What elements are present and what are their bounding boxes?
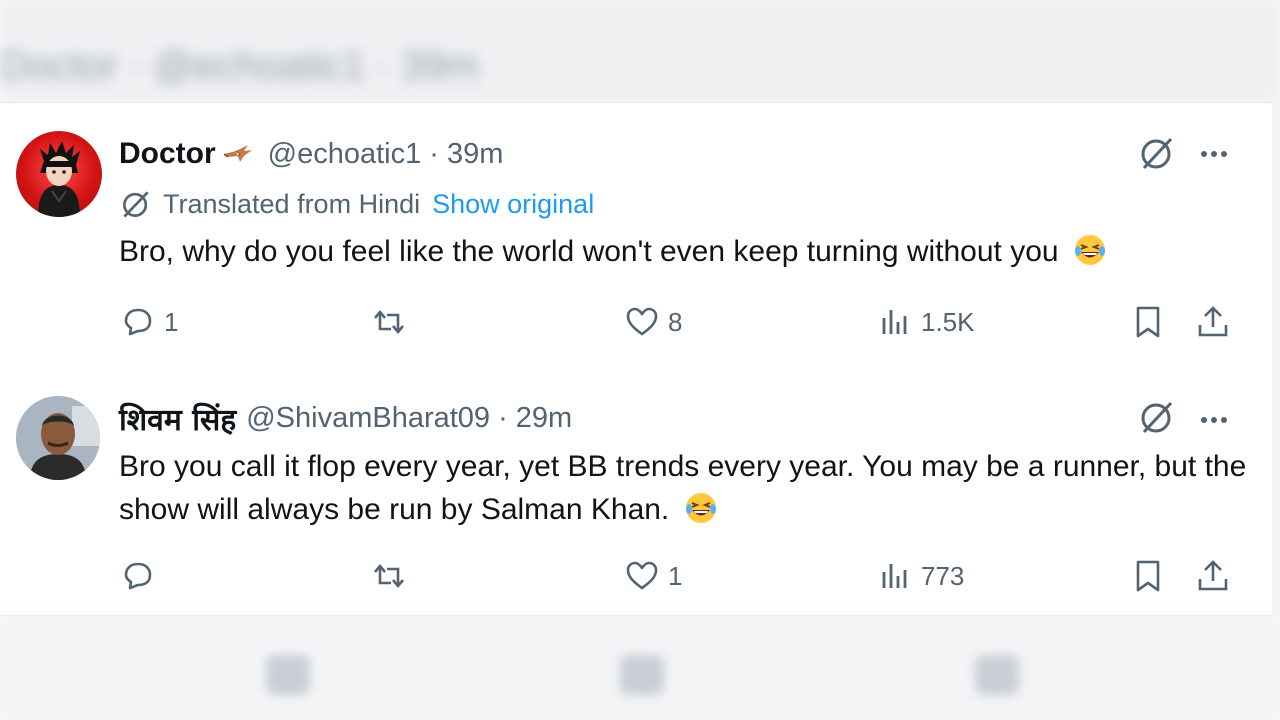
bookmark-button[interactable]: [1130, 300, 1166, 344]
separator-dot: ·: [429, 137, 439, 170]
views-icon: [882, 310, 907, 334]
blurred-previous-tweet: Doctor · @echoatic1 · 39m: [0, 0, 1280, 102]
more-icon[interactable]: [1196, 136, 1232, 172]
separator-dot: ·: [498, 401, 508, 434]
like-count: 8: [668, 306, 683, 337]
share-icon: [1198, 560, 1228, 591]
share-button[interactable]: [1195, 554, 1231, 598]
heart-icon: [626, 561, 658, 590]
bookmark-button[interactable]: [1130, 554, 1166, 598]
right-gutter: [1272, 102, 1280, 615]
views-count: 773: [921, 560, 965, 591]
blurred-next-tweet-actions: [0, 615, 1280, 720]
views-button[interactable]: 773: [877, 554, 964, 598]
like-count: 1: [668, 560, 683, 591]
reply-icon: [124, 562, 152, 590]
grok-icon[interactable]: [1138, 134, 1176, 172]
avatar[interactable]: [16, 396, 100, 480]
share-icon: [1198, 306, 1228, 337]
tweet-reply-2[interactable]: शिवम सिंह @ShivamBharat09 · 29m Bro you …: [0, 369, 1272, 616]
show-original-link[interactable]: Show original: [432, 189, 594, 220]
profile-photo-image: [16, 396, 100, 480]
tweet-actions: 1 773: [0, 554, 1272, 598]
laughing-emoji-icon: [1074, 235, 1105, 265]
retweet-button[interactable]: [371, 300, 415, 344]
tweet-actions: 1 8 1.5K: [0, 300, 1272, 344]
retweet-button[interactable]: [371, 554, 415, 598]
blurred-retweet-icon: [266, 655, 310, 695]
tweet-reply-1[interactable]: Doctor @echoatic1 · 39m Translated from …: [0, 102, 1272, 370]
reply-icon: [124, 308, 152, 336]
eagle-badge-icon: [222, 142, 254, 166]
heart-icon: [626, 307, 658, 336]
reply-button[interactable]: 1: [120, 300, 178, 344]
translation-notice: Translated from Hindi Show original: [119, 185, 594, 223]
blurred-views-icon: [975, 655, 1019, 695]
author-name[interactable]: Doctor: [119, 137, 216, 171]
tweet-header: Doctor @echoatic1 · 39m: [119, 134, 503, 174]
bookmark-icon: [1136, 306, 1160, 338]
grok-translate-icon: [123, 191, 149, 218]
tweet-header: शिवम सिंह @ShivamBharat09 · 29m: [119, 398, 572, 438]
blurred-header-text: Doctor · @echoatic1 · 39m: [0, 44, 479, 88]
retweet-icon: [374, 309, 404, 335]
grok-icon[interactable]: [1138, 398, 1176, 436]
views-button[interactable]: 1.5K: [877, 300, 975, 344]
bookmark-icon: [1136, 560, 1160, 592]
like-button[interactable]: 8: [624, 300, 682, 344]
translated-label: Translated from Hindi: [163, 188, 421, 219]
author-handle[interactable]: @ShivamBharat09: [246, 402, 490, 435]
blurred-heart-icon: [620, 655, 664, 695]
author-handle[interactable]: @echoatic1: [268, 138, 422, 171]
reply-button[interactable]: [120, 554, 164, 598]
retweet-icon: [374, 563, 404, 589]
timestamp[interactable]: 29m: [516, 402, 572, 435]
author-name[interactable]: शिवम सिंह: [119, 398, 236, 439]
avatar[interactable]: [16, 131, 102, 217]
tweet-text-content: Bro, why do you feel like the world won'…: [119, 235, 1059, 268]
like-button[interactable]: 1: [624, 554, 682, 598]
tweet-text: Bro you call it flop every year, yet BB …: [119, 445, 1259, 531]
views-count: 1.5K: [921, 306, 975, 337]
timestamp[interactable]: 39m: [447, 138, 503, 171]
share-button[interactable]: [1195, 300, 1231, 344]
views-icon: [882, 564, 907, 588]
laughing-emoji-icon: [685, 493, 716, 523]
tweet-text: Bro, why do you feel like the world won'…: [119, 230, 1259, 273]
more-icon[interactable]: [1196, 402, 1232, 438]
reply-count: 1: [164, 306, 179, 337]
anime-avatar-image: [38, 141, 80, 217]
